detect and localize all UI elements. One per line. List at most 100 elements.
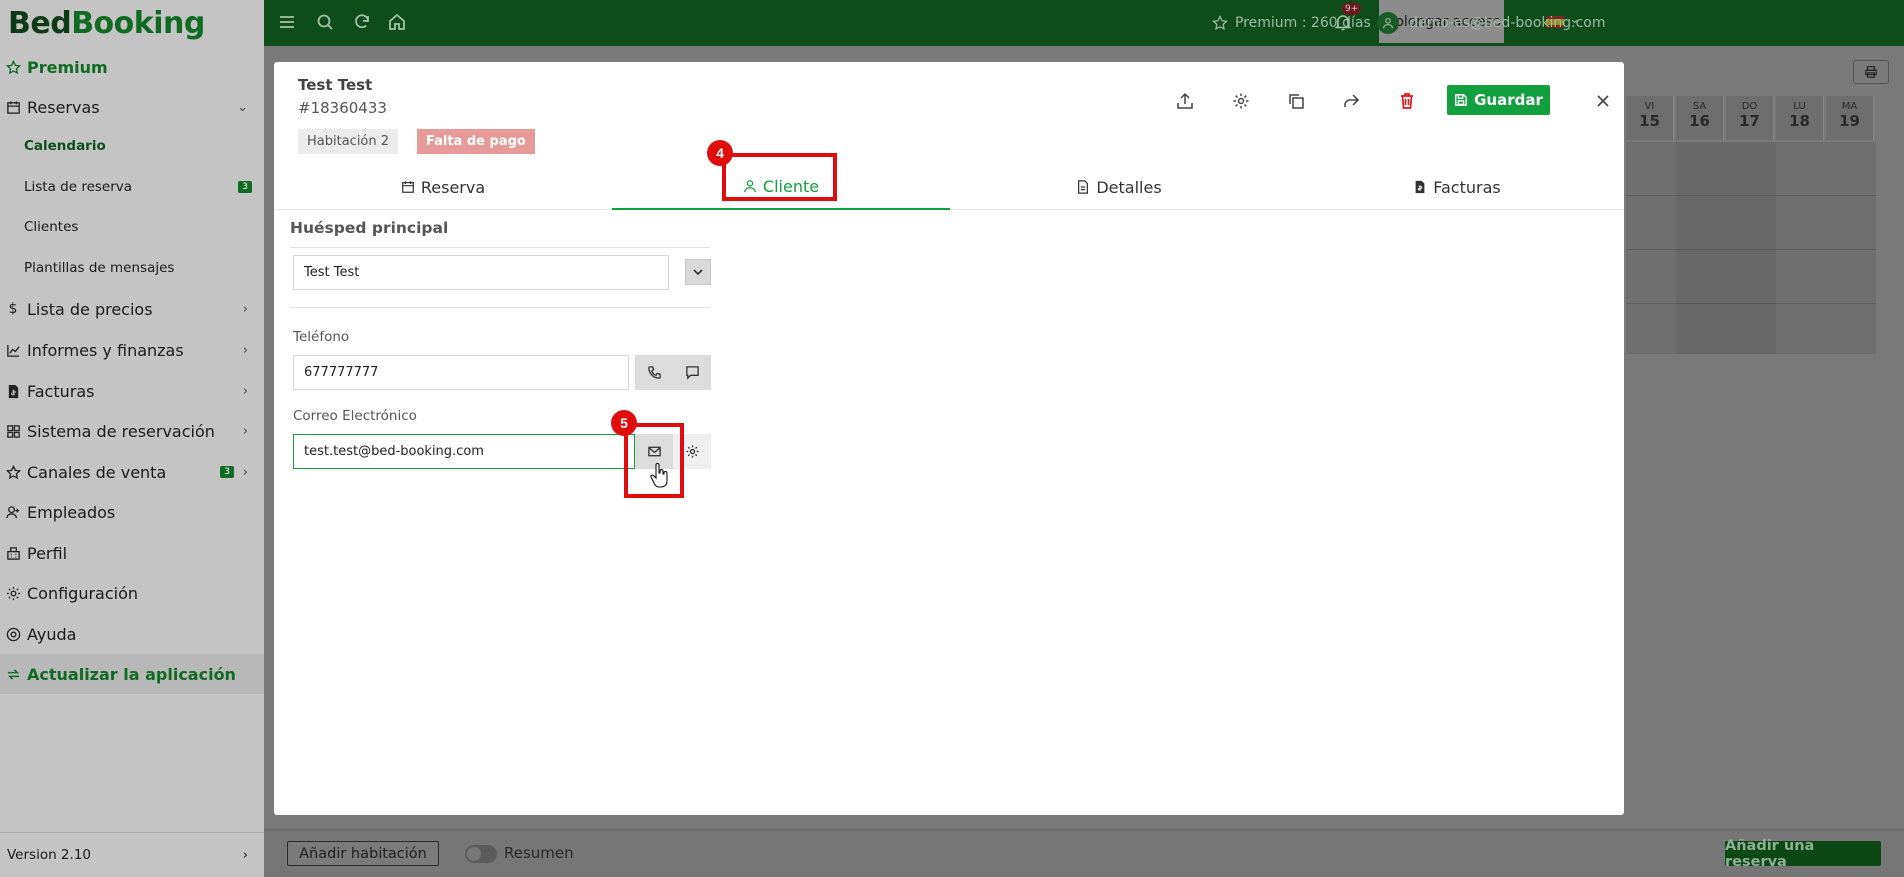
calendar-day-header: VI 15 bbox=[1626, 96, 1674, 140]
invoice-icon bbox=[1415, 180, 1425, 194]
guest-select[interactable]: Test Test bbox=[293, 255, 669, 290]
phone-icon bbox=[647, 366, 661, 379]
user-avatar-icon bbox=[1377, 12, 1399, 34]
dollar-icon: $ bbox=[8, 301, 18, 317]
close-icon[interactable] bbox=[1590, 88, 1616, 114]
gear-icon bbox=[5, 585, 21, 601]
copy-icon[interactable] bbox=[1283, 88, 1309, 114]
sidebar-item-informes[interactable]: Informes y finanzas › bbox=[0, 339, 264, 361]
chevron-right-icon: › bbox=[242, 383, 248, 399]
email-label: Correo Electrónico bbox=[293, 408, 417, 424]
user-menu[interactable]: demo-es@bed-booking.com bbox=[1377, 0, 1606, 46]
home-icon[interactable] bbox=[386, 11, 408, 33]
user-plus-icon bbox=[5, 504, 21, 520]
sidebar-item-plantillas[interactable]: Plantillas de mensajes bbox=[0, 259, 264, 277]
step-marker-5: 5 bbox=[611, 410, 637, 436]
count-badge: 3 bbox=[238, 181, 252, 193]
floppy-disk-icon bbox=[1455, 94, 1468, 106]
chevron-right-icon: › bbox=[242, 423, 248, 439]
reservation-modal: Test Test #18360433 Habitación 2 Falta d… bbox=[274, 62, 1624, 815]
call-button[interactable] bbox=[635, 355, 673, 390]
sms-button[interactable] bbox=[673, 355, 711, 390]
count-badge: 3 bbox=[220, 466, 234, 478]
chevron-right-icon: › bbox=[242, 301, 248, 317]
chevron-right-icon: › bbox=[242, 847, 248, 863]
chart-line-icon bbox=[5, 342, 21, 358]
search-icon[interactable] bbox=[314, 11, 336, 33]
menu-icon[interactable] bbox=[276, 11, 298, 33]
topbar: Premium : 260 días Prolongar acceso ⌄ 9+… bbox=[264, 0, 1904, 46]
trash-icon[interactable] bbox=[1394, 88, 1420, 114]
sidebar-item-clientes[interactable]: Clientes bbox=[0, 218, 264, 236]
gear-icon bbox=[685, 445, 699, 458]
sidebar-item-premium[interactable]: Premium bbox=[0, 56, 264, 78]
calendar-day-header: LU 18 bbox=[1776, 96, 1824, 140]
refresh-icon bbox=[5, 666, 21, 682]
sidebar-item-lista-de-reserva[interactable]: Lista de reserva 3 bbox=[0, 178, 264, 196]
section-title: Huésped principal bbox=[290, 219, 449, 237]
booking-number: #18360433 bbox=[298, 99, 387, 117]
star-icon bbox=[5, 59, 21, 75]
calendar-day-header: DO 17 bbox=[1726, 96, 1774, 140]
gear-icon[interactable] bbox=[1228, 88, 1254, 114]
chevron-down-icon: ⌄ bbox=[237, 99, 248, 115]
sidebar-item-ayuda[interactable]: Ayuda bbox=[0, 623, 264, 645]
sidebar: Bed Booking Premium Reservas ⌄ Calendario… bbox=[0, 0, 264, 877]
document-icon bbox=[1078, 180, 1089, 194]
modal-tabs: Reserva Cliente Detalles Facturas bbox=[274, 164, 1624, 210]
star-icon bbox=[5, 464, 21, 480]
building-icon bbox=[5, 545, 21, 561]
sidebar-item-label: Reservas bbox=[27, 97, 100, 117]
summary-label: Resumen bbox=[504, 844, 574, 862]
summary-toggle[interactable] bbox=[465, 845, 497, 863]
hand-cursor-icon bbox=[650, 463, 668, 488]
print-button[interactable] bbox=[1853, 60, 1889, 84]
sidebar-item-sistema[interactable]: Sistema de reservación › bbox=[0, 420, 264, 442]
sidebar-item-calendario[interactable]: Calendario bbox=[0, 137, 264, 155]
update-app-button[interactable]: Actualizar la aplicación bbox=[0, 663, 264, 685]
sidebar-item-configuracion[interactable]: Configuración bbox=[0, 582, 264, 604]
add-room-button[interactable]: Añadir habitación bbox=[287, 841, 439, 866]
sidebar-item-perfil[interactable]: Perfil bbox=[0, 542, 264, 564]
payment-status-badge: Falta de pago bbox=[417, 129, 535, 154]
sidebar-item-facturas[interactable]: Facturas › bbox=[0, 380, 264, 402]
tab-detalles[interactable]: Detalles bbox=[950, 164, 1288, 210]
calendar-icon bbox=[5, 99, 21, 115]
app-logo[interactable]: Bed Booking bbox=[0, 0, 264, 46]
step-marker-4: 4 bbox=[707, 140, 733, 166]
chevron-right-icon: › bbox=[242, 342, 248, 358]
upload-icon[interactable] bbox=[1172, 88, 1198, 114]
help-circle-icon bbox=[5, 626, 21, 642]
guest-dropdown-button[interactable] bbox=[685, 259, 711, 285]
save-button[interactable]: Guardar bbox=[1447, 85, 1550, 115]
calendar-day-header: MA 19 bbox=[1826, 96, 1874, 140]
user-email: demo-es@bed-booking.com bbox=[1409, 15, 1606, 31]
sidebar-item-lista-de-precios[interactable]: $ Lista de precios › bbox=[0, 298, 264, 320]
guest-name-title: Test Test bbox=[298, 76, 373, 94]
divider bbox=[290, 307, 710, 308]
printer-icon bbox=[1865, 66, 1877, 78]
invoice-icon bbox=[5, 383, 21, 399]
sidebar-item-canales[interactable]: Canales de venta 3 › bbox=[0, 461, 264, 483]
tab-reserva[interactable]: Reserva bbox=[274, 164, 612, 210]
message-icon bbox=[685, 366, 699, 380]
room-tag: Habitación 2 bbox=[298, 129, 399, 154]
highlight-box-cliente-tab bbox=[722, 153, 837, 201]
email-field[interactable]: test.test@bed-booking.com bbox=[293, 434, 635, 469]
calendar-grid bbox=[1626, 142, 1876, 354]
star-icon bbox=[1212, 15, 1228, 31]
refresh-icon[interactable] bbox=[351, 11, 373, 33]
divider bbox=[290, 247, 710, 248]
sidebar-item-label: Premium bbox=[27, 57, 108, 77]
chevron-right-icon: › bbox=[242, 464, 248, 480]
grid-icon bbox=[5, 423, 21, 439]
sidebar-item-reservas[interactable]: Reservas ⌄ bbox=[0, 96, 264, 118]
phone-label: Teléfono bbox=[293, 329, 350, 345]
calendar-icon bbox=[401, 181, 414, 193]
share-forward-icon[interactable] bbox=[1338, 88, 1364, 114]
tab-facturas[interactable]: Facturas bbox=[1288, 164, 1626, 210]
version-row[interactable]: Version 2.10 › bbox=[0, 832, 264, 877]
add-reservation-button[interactable]: Añadir una reserva bbox=[1725, 838, 1881, 870]
sidebar-item-empleados[interactable]: Empleados bbox=[0, 501, 264, 523]
phone-field[interactable]: 677777777 bbox=[293, 355, 629, 390]
